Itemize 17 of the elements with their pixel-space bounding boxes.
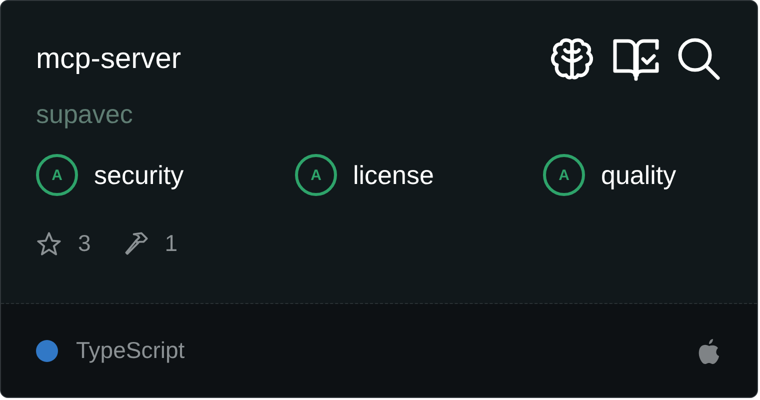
hammer-icon xyxy=(122,230,149,256)
star-icon xyxy=(36,230,62,256)
tool-count: 1 xyxy=(164,230,178,257)
score-label: license xyxy=(353,160,434,190)
grade-badge: A xyxy=(36,154,78,196)
score-label: quality xyxy=(601,160,676,190)
grade-badge: A xyxy=(543,154,585,196)
language-label: TypeScript xyxy=(76,337,185,364)
brain-icon[interactable] xyxy=(549,37,595,81)
apple-icon xyxy=(697,336,721,364)
grade-badge: A xyxy=(295,154,337,196)
search-icon[interactable] xyxy=(677,37,721,81)
server-title: mcp-server xyxy=(36,42,182,76)
score-label: security xyxy=(94,160,184,190)
book-check-icon[interactable] xyxy=(613,37,659,81)
star-count: 3 xyxy=(78,230,91,257)
owner-name: supavec xyxy=(36,99,134,130)
